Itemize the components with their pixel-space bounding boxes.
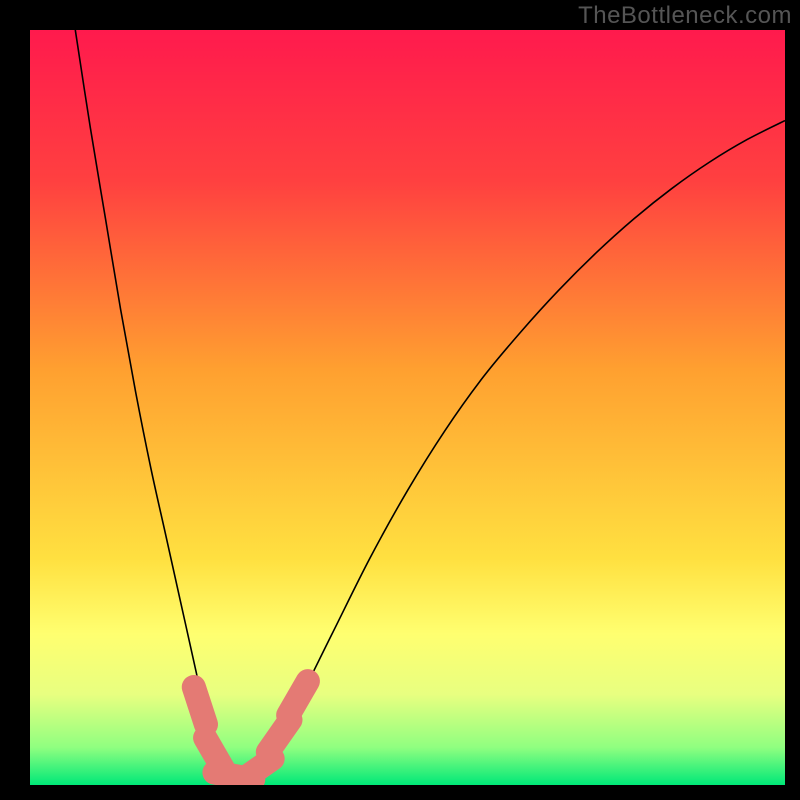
marker-segment-a: [194, 687, 206, 724]
gradient-background: [30, 30, 785, 785]
bottleneck-chart: [30, 30, 785, 785]
chart-frame: TheBottleneck.com: [0, 0, 800, 800]
marker-segment-f: [288, 681, 308, 715]
watermark-text: TheBottleneck.com: [578, 2, 792, 30]
